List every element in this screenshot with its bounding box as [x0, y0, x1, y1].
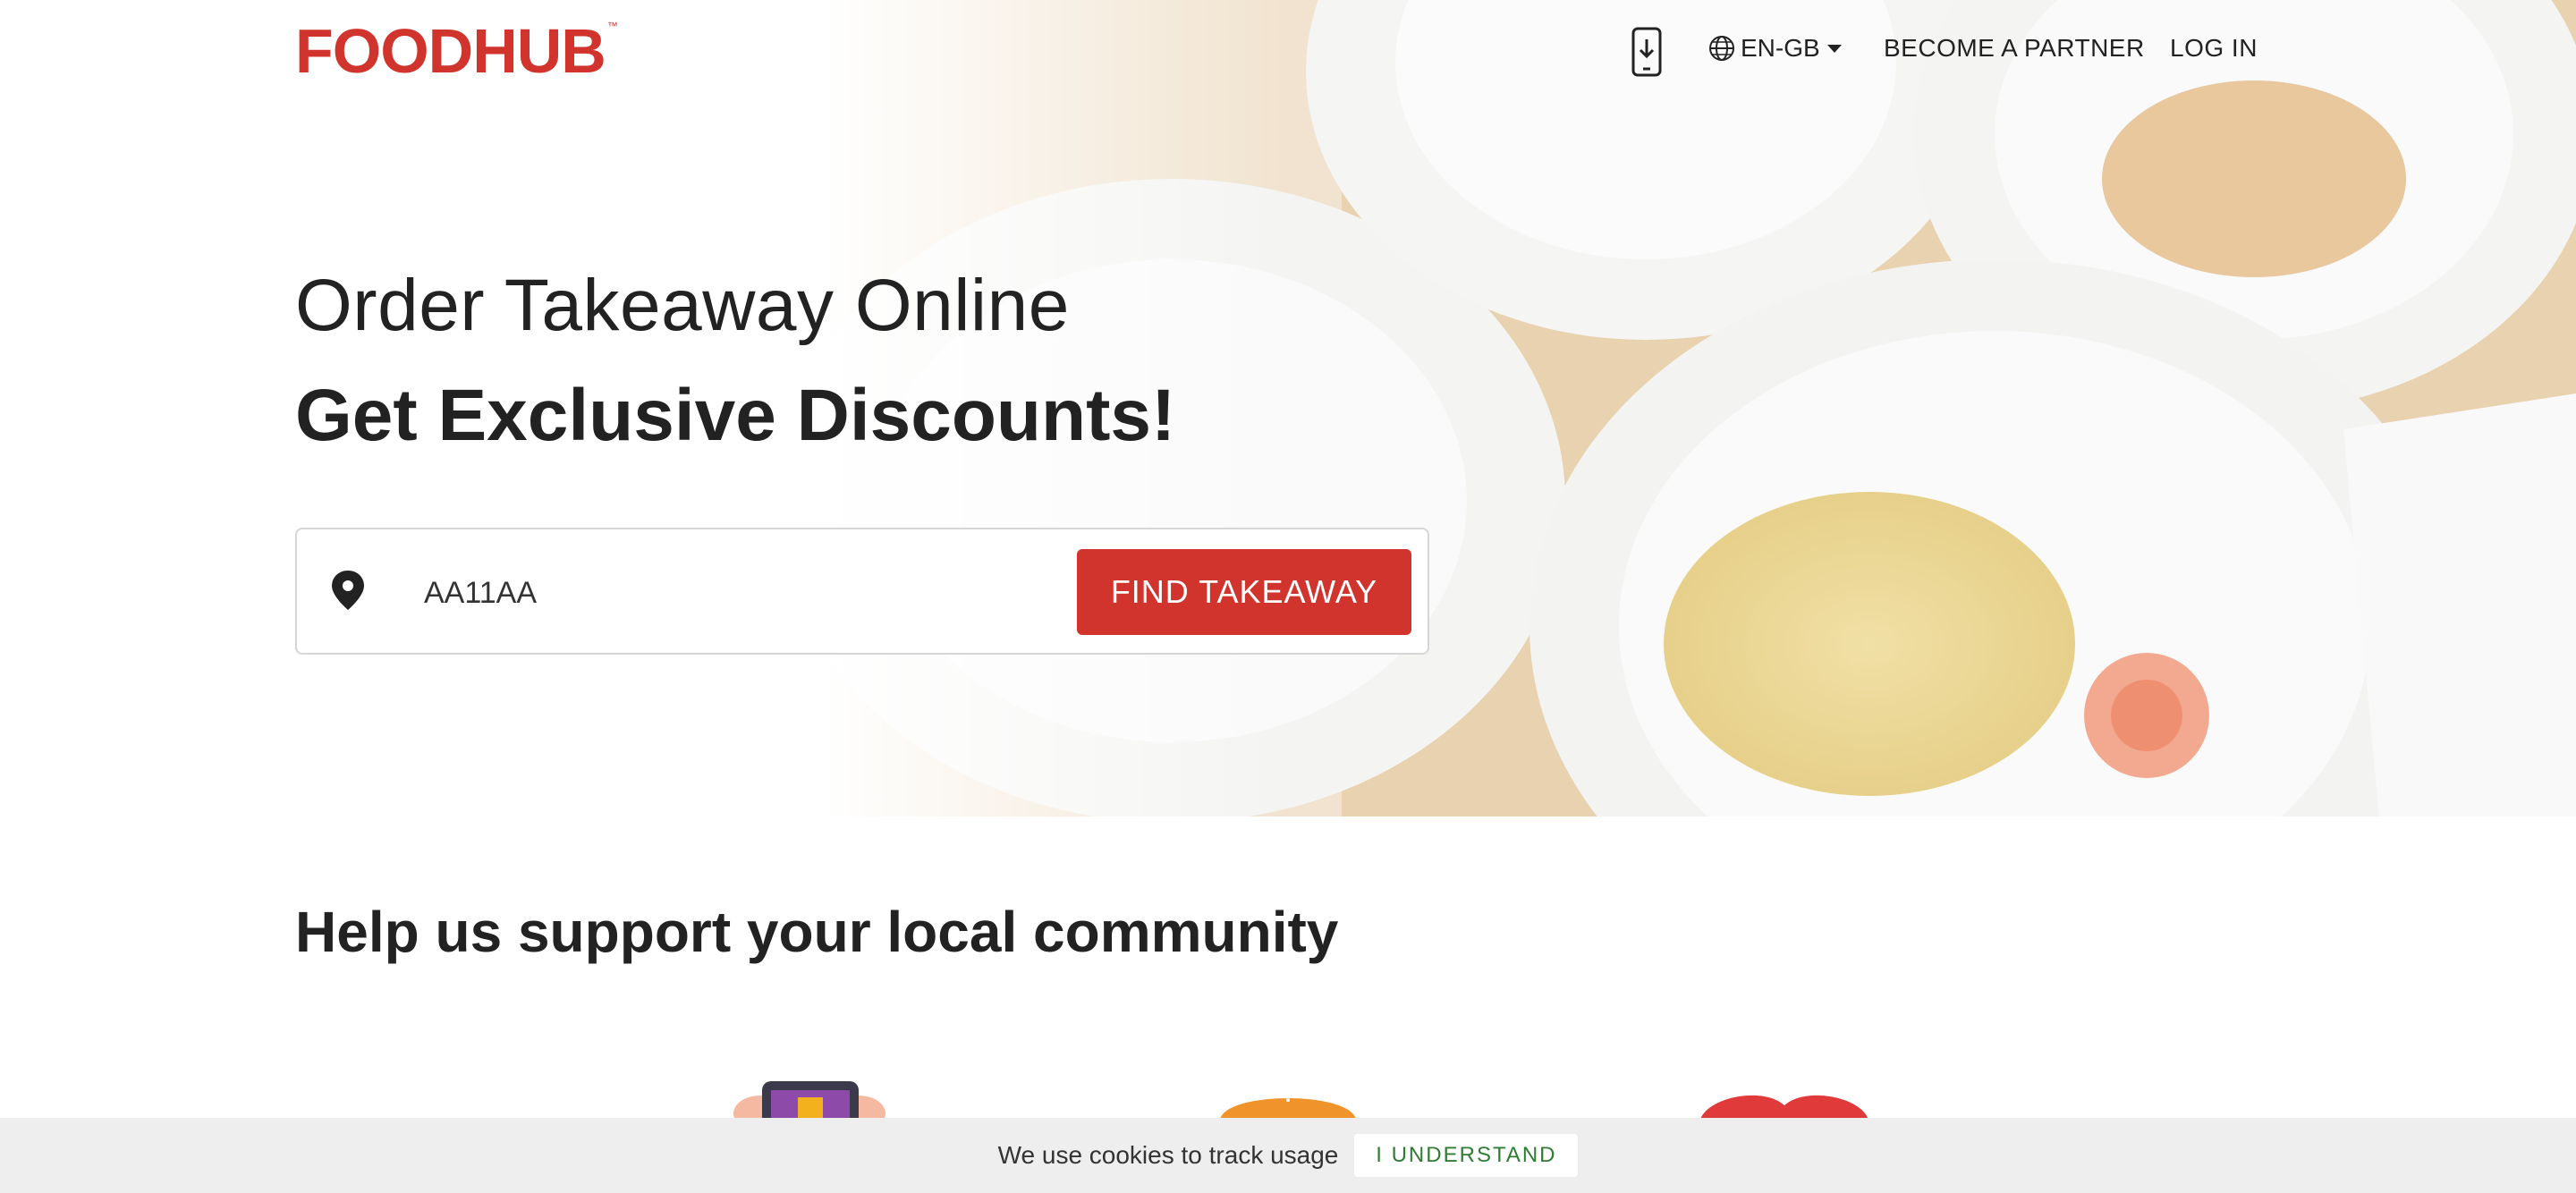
become-partner-link[interactable]: BECOME A PARTNER [1884, 34, 2145, 63]
mobile-download-icon[interactable] [1628, 27, 1665, 77]
chevron-down-icon [1826, 44, 1842, 53]
phone-illustration [733, 1081, 886, 1122]
logo-trademark: ™ [606, 20, 618, 32]
foodhub-logo[interactable]: FOODHUB ™ [295, 20, 618, 82]
cookie-accept-button[interactable]: I UNDERSTAND [1354, 1134, 1579, 1177]
language-selector[interactable]: EN-GB [1708, 34, 1842, 63]
hero-subheading: Get Exclusive Discounts! [295, 375, 1176, 456]
globe-icon [1709, 36, 1734, 61]
postcode-search-bar: FIND TAKEAWAY [295, 528, 1429, 655]
burger-illustration [1220, 1098, 1356, 1120]
community-section-title: Help us support your local community [295, 900, 1339, 964]
login-link[interactable]: LOG IN [2170, 34, 2258, 63]
hero-heading: Order Takeaway Online [295, 265, 1070, 346]
cookie-message: We use cookies to track usage [997, 1141, 1339, 1169]
location-pin-icon [332, 571, 364, 610]
cookie-banner: We use cookies to track usage I UNDERSTA… [0, 1118, 2576, 1193]
logo-text: FOODHUB [295, 16, 606, 86]
language-label: EN-GB [1741, 34, 1820, 62]
postcode-input[interactable] [422, 567, 909, 619]
find-takeaway-button[interactable]: FIND TAKEAWAY [1077, 549, 1411, 635]
top-header: FOODHUB ™ EN-GB BECOME A PARTNER LOG IN [0, 0, 2576, 106]
